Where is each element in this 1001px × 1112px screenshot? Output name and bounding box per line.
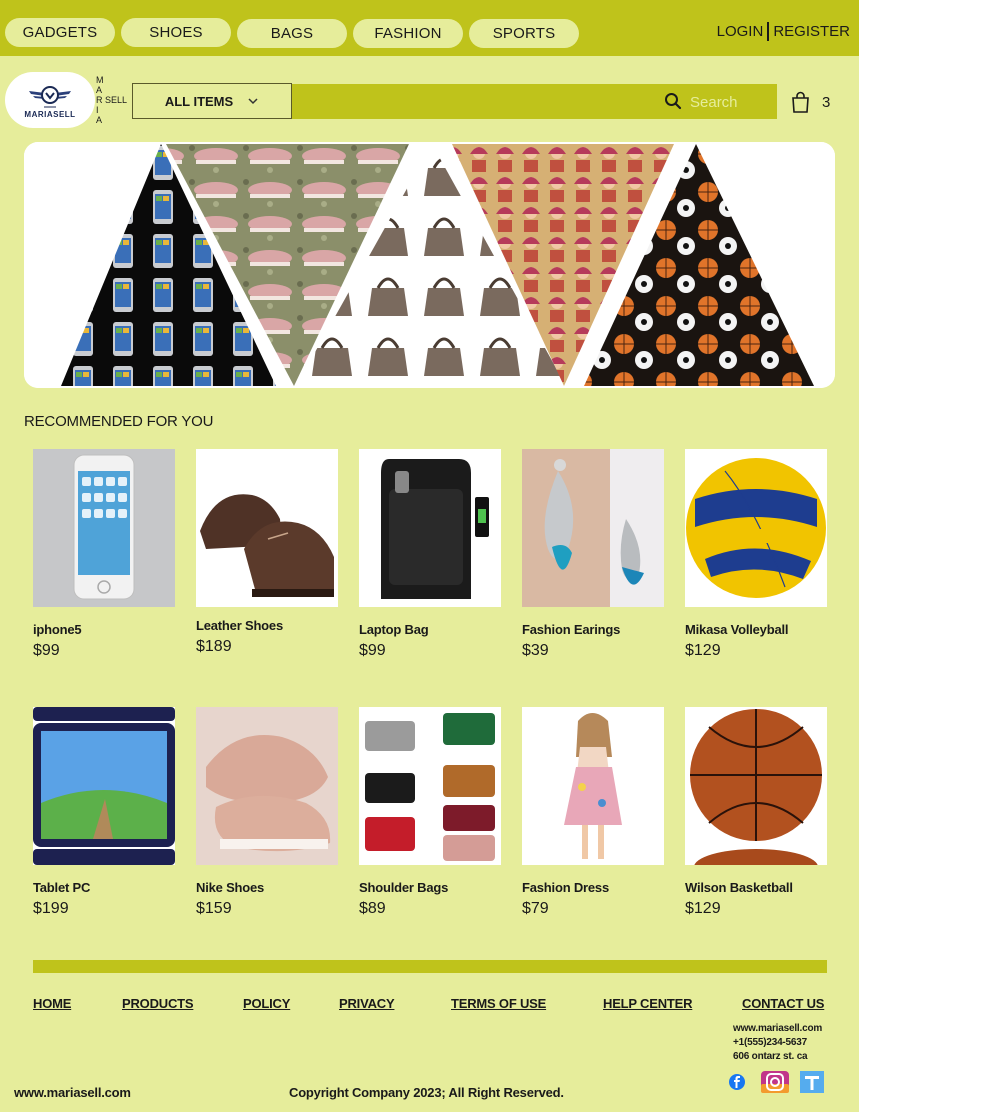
product-card[interactable]: Wilson Basketball $129 [685, 707, 827, 927]
shopping-bag-icon [792, 91, 809, 113]
facebook-icon[interactable] [727, 1070, 753, 1094]
instagram-icon[interactable] [760, 1070, 790, 1094]
cart-button[interactable]: 3 [791, 90, 835, 114]
product-card[interactable]: Tablet PC $199 [33, 707, 175, 927]
footer-link-home[interactable]: HOME [33, 996, 71, 1011]
login-link[interactable]: LOGIN [717, 23, 764, 40]
category-shoes[interactable]: SHOES [121, 18, 231, 47]
all-items-dropdown[interactable]: ALL ITEMS [132, 83, 292, 119]
product-card[interactable]: Leather Shoes $189 [196, 449, 338, 669]
product-card[interactable]: Nike Shoes $159 [196, 707, 338, 927]
product-name: Laptop Bag [359, 622, 429, 637]
basketball-image [685, 707, 827, 865]
logo-emblem-icon [29, 86, 71, 108]
all-items-label: ALL ITEMS [164, 93, 234, 109]
product-price: $79 [522, 900, 549, 917]
brand-sell: SELL [105, 95, 128, 105]
contact-address: 606 ontarz st. ca [733, 1051, 808, 1062]
product-price: $39 [522, 642, 549, 659]
product-name: iphone5 [33, 622, 82, 637]
cart-count: 3 [822, 93, 831, 111]
product-name: Tablet PC [33, 880, 91, 895]
laptop-bag-image [359, 449, 501, 607]
footer-link-policy[interactable]: POLICY [243, 996, 290, 1011]
auth-divider [767, 22, 770, 41]
contact-website[interactable]: www.mariasell.com [733, 1022, 822, 1036]
page: GADGETS SHOES BAGS FASHION SPORTS LOGIN … [0, 0, 859, 1112]
iphone-image [33, 449, 175, 607]
brand-vertical-letters: M A R I A [96, 75, 104, 125]
search-input[interactable] [690, 92, 770, 112]
tablet-image [33, 707, 175, 865]
product-price: $159 [196, 900, 232, 917]
product-price: $189 [196, 638, 232, 655]
category-gadgets[interactable]: GADGETS [5, 18, 115, 47]
product-price: $99 [359, 642, 386, 659]
category-sports[interactable]: SPORTS [469, 19, 579, 48]
register-link[interactable]: REGISTER [773, 23, 850, 40]
product-card[interactable]: Laptop Bag $99 [359, 449, 501, 669]
hero-banner [24, 142, 835, 388]
product-name: Fashion Earings [522, 622, 621, 637]
product-price: $99 [33, 642, 60, 659]
brand-letter: A [96, 85, 103, 95]
product-name: Wilson Basketball [685, 880, 793, 895]
nike-shoes-image [196, 707, 338, 865]
contact-info: www.mariasell.com +1(555)234-5637 606 on… [733, 1022, 822, 1064]
product-card[interactable]: Shoulder Bags $89 [359, 707, 501, 927]
product-card[interactable]: Fashion Dress $79 [522, 707, 664, 927]
product-price: $129 [685, 900, 721, 917]
footer-divider [33, 960, 827, 973]
brand-letter: I [96, 105, 99, 115]
dress-image [522, 707, 664, 865]
auth-links: LOGIN REGISTER [717, 22, 850, 41]
search-icon[interactable] [664, 92, 682, 110]
copyright-text: Copyright Company 2023; All Right Reserv… [289, 1085, 564, 1100]
logo[interactable]: MARIASELL [5, 72, 95, 128]
logo-text: MARIASELL [24, 110, 76, 119]
footer-link-products[interactable]: PRODUCTS [122, 996, 194, 1011]
hero-image [24, 142, 835, 388]
footer-link-terms[interactable]: TERMS OF USE [451, 996, 546, 1011]
brand-letter: R [96, 95, 103, 105]
volleyball-image [685, 449, 827, 607]
earrings-image [522, 449, 664, 607]
product-name: Shoulder Bags [359, 880, 449, 895]
chevron-down-icon [248, 98, 258, 105]
category-fashion[interactable]: FASHION [353, 19, 463, 48]
footer-link-privacy[interactable]: PRIVACY [339, 996, 395, 1011]
product-card[interactable]: Mikasa Volleyball $129 [685, 449, 827, 669]
product-price: $89 [359, 900, 386, 917]
twitter-icon[interactable] [799, 1070, 825, 1094]
contact-phone: +1(555)234-5637 [733, 1037, 808, 1048]
section-title: RECOMMENDED FOR YOU [24, 413, 214, 430]
product-name: Fashion Dress [522, 880, 609, 895]
product-price: $199 [33, 900, 69, 917]
footer-url[interactable]: www.mariasell.com [14, 1085, 131, 1100]
brand-letter: M [96, 75, 104, 85]
footer-link-contact-us[interactable]: CONTACT US [742, 996, 824, 1011]
product-card[interactable]: Fashion Earings $39 [522, 449, 664, 669]
category-bags[interactable]: BAGS [237, 19, 347, 48]
shoulder-bags-image [359, 707, 501, 865]
footer-link-help-center[interactable]: HELP CENTER [603, 996, 692, 1011]
product-name: Mikasa Volleyball [685, 622, 789, 637]
leather-shoes-image [196, 449, 338, 607]
category-bar: GADGETS SHOES BAGS FASHION SPORTS LOGIN … [0, 0, 859, 56]
product-name: Leather Shoes [196, 618, 283, 633]
product-name: Nike Shoes [196, 880, 265, 895]
product-price: $129 [685, 642, 721, 659]
brand-letter: A [96, 115, 103, 125]
product-card[interactable]: iphone5 $99 [33, 449, 175, 669]
